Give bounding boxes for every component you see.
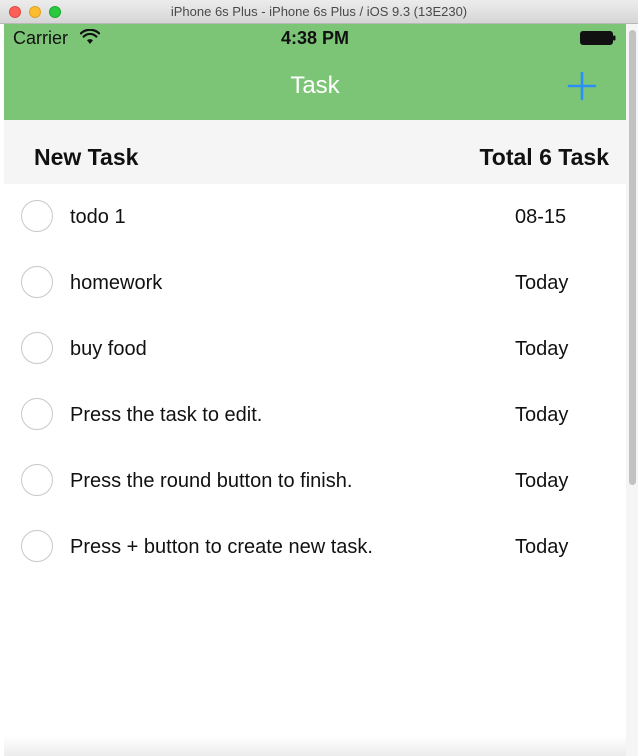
task-date: 08-15 xyxy=(515,206,567,228)
task-row[interactable]: Press the task to edit. Today xyxy=(4,382,626,448)
task-row[interactable]: todo 1 08-15 xyxy=(4,184,626,250)
task-count-label: Total 6 Task xyxy=(479,144,609,170)
task-title: Press the round button to finish. xyxy=(70,470,353,492)
task-row[interactable]: Press the round button to finish. Today xyxy=(4,448,626,514)
window-titlebar[interactable]: iPhone 6s Plus - iPhone 6s Plus / iOS 9.… xyxy=(0,0,638,24)
task-row[interactable]: homework Today xyxy=(4,250,626,316)
task-row[interactable]: buy food Today xyxy=(4,316,626,382)
navigation-bar: Carrier 4:38 PM Task xyxy=(4,24,626,120)
finish-circle-button[interactable] xyxy=(21,464,53,496)
task-title: homework xyxy=(70,272,163,294)
screen-bottom-edge xyxy=(4,736,626,756)
finish-circle-button[interactable] xyxy=(21,266,53,298)
task-date: Today xyxy=(515,338,569,360)
nav-title: Task xyxy=(290,72,340,99)
finish-circle-button[interactable] xyxy=(21,332,53,364)
window-title: iPhone 6s Plus - iPhone 6s Plus / iOS 9.… xyxy=(170,4,468,19)
add-task-button[interactable] xyxy=(566,70,598,102)
task-title: todo 1 xyxy=(70,206,126,228)
task-title: buy food xyxy=(70,338,147,360)
status-time: 4:38 PM xyxy=(280,28,350,48)
task-row[interactable]: Press + button to create new task. Today xyxy=(4,514,626,580)
task-list: todo 1 08-15 homework Today buy food Tod… xyxy=(4,184,626,580)
task-date: Today xyxy=(515,272,569,294)
task-date: Today xyxy=(515,536,569,558)
device-screen: Carrier 4:38 PM Task New Task Total 6 Ta… xyxy=(4,24,626,756)
finish-circle-button[interactable] xyxy=(21,530,53,562)
task-title: Press the task to edit. xyxy=(70,404,263,426)
task-date: Today xyxy=(515,470,569,492)
new-task-heading[interactable]: New Task xyxy=(34,144,138,171)
finish-circle-button[interactable] xyxy=(21,200,53,232)
simulator-window: iPhone 6s Plus - iPhone 6s Plus / iOS 9.… xyxy=(0,0,638,756)
scrollbar-thumb[interactable] xyxy=(629,30,636,485)
task-date: Today xyxy=(515,404,569,426)
battery-icon xyxy=(580,31,616,45)
task-title: Press + button to create new task. xyxy=(70,536,373,558)
list-header: New Task Total 6 Task xyxy=(4,120,626,184)
finish-circle-button[interactable] xyxy=(21,398,53,430)
